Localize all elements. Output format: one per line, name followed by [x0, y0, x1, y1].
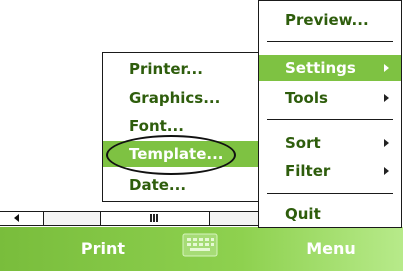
menu-item-label: Quit [285, 205, 321, 223]
arrow-left-icon[interactable] [0, 212, 44, 225]
menu-item-label: Sort [285, 134, 321, 152]
chevron-right-icon [384, 94, 389, 102]
submenu-item-font[interactable]: Font... [103, 113, 258, 139]
menu-item-tools[interactable]: Tools [259, 85, 401, 111]
submenu-item-printer[interactable]: Printer... [103, 56, 258, 82]
menu-softkey[interactable]: Menu [286, 227, 376, 271]
menu-item-quit[interactable]: Quit [259, 201, 401, 227]
keyboard-icon[interactable] [180, 232, 220, 258]
submenu-item-template[interactable]: Template... [103, 141, 258, 167]
submenu-item-label: Printer... [129, 60, 203, 78]
submenu-item-date[interactable]: Date... [103, 172, 258, 198]
menu-item-label: Filter [285, 162, 331, 180]
menu-item-preview[interactable]: Preview... [259, 7, 401, 33]
menu-separator [267, 119, 393, 120]
chevron-right-icon [384, 139, 389, 147]
chevron-right-icon [384, 64, 389, 72]
settings-submenu: Printer... Graphics... Font... Template.… [102, 52, 259, 202]
horizontal-scrollbar[interactable] [0, 211, 260, 226]
submenu-item-label: Font... [129, 117, 184, 135]
chevron-right-icon [384, 167, 389, 175]
print-softkey[interactable]: Print [58, 227, 148, 271]
menu-item-filter[interactable]: Filter [259, 158, 401, 184]
menu-item-settings[interactable]: Settings [259, 55, 401, 81]
menu-separator [267, 41, 393, 42]
menu-item-label: Preview... [285, 11, 369, 29]
submenu-item-graphics[interactable]: Graphics... [103, 85, 258, 111]
submenu-item-label: Graphics... [129, 89, 221, 107]
main-menu: Preview... Settings Tools Sort Filter Qu… [258, 0, 402, 228]
submenu-item-label: Template... [129, 145, 224, 163]
menu-item-label: Tools [285, 89, 328, 107]
menu-item-sort[interactable]: Sort [259, 130, 401, 156]
menu-item-label: Settings [285, 59, 356, 77]
scroll-grip-icon [150, 214, 158, 222]
menu-separator [267, 193, 393, 194]
submenu-item-label: Date... [129, 176, 187, 194]
scrollbar-thumb[interactable] [100, 212, 210, 225]
